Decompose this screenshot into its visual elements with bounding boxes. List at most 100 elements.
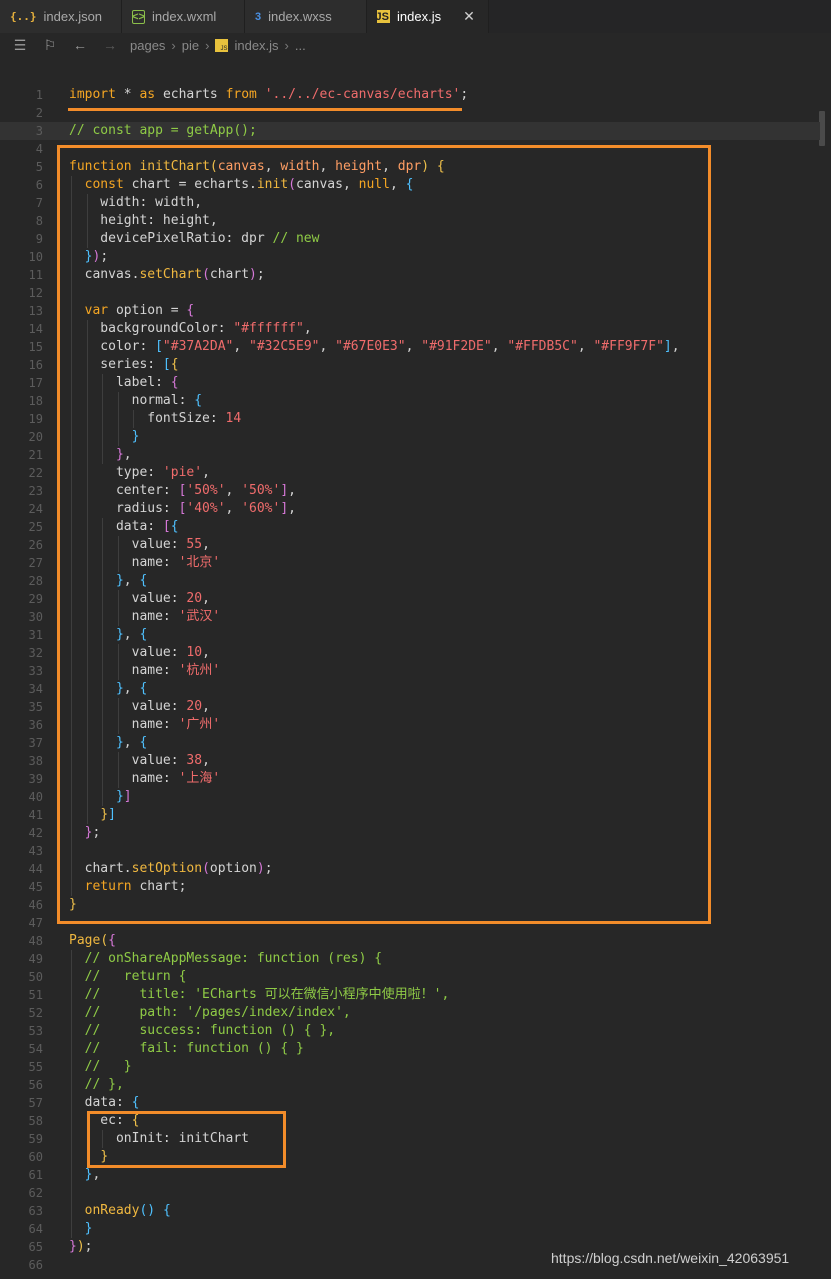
line-number: 24 [28, 502, 43, 516]
code-line[interactable]: 3 // const app = getApp(); [0, 122, 820, 140]
code-text: // } [69, 1058, 132, 1076]
line-number: 7 [35, 196, 43, 210]
code-token: import [69, 87, 124, 102]
tab-index-js[interactable]: JS index.js ✕ [367, 0, 489, 33]
code-text: // title: 'ECharts 可以在微信小程序中使用啦！', [69, 986, 450, 1004]
breadcrumb-item-symbols[interactable]: ... [295, 38, 306, 53]
list-icon[interactable]: ☰ [10, 37, 30, 54]
code-line[interactable]: 62 [0, 1184, 820, 1202]
line-number: 39 [28, 772, 43, 786]
back-arrow-icon[interactable]: ← [70, 37, 90, 53]
line-number: 6 [35, 178, 43, 192]
code-line[interactable]: 63 onReady() { [0, 1202, 820, 1220]
code-line[interactable]: 51 // title: 'ECharts 可以在微信小程序中使用啦！', [0, 986, 820, 1004]
code-line[interactable]: 53 // success: function () { }, [0, 1022, 820, 1040]
bookmark-icon[interactable]: ⚐ [40, 37, 60, 54]
line-number: 11 [28, 268, 43, 282]
line-number: 19 [28, 412, 43, 426]
code-text: // path: '/pages/index/index', [69, 1004, 351, 1022]
editor-tab-bar: {..} index.json <> index.wxml 3 index.wxss JS i… [0, 0, 831, 33]
line-number: 33 [28, 664, 43, 678]
tab-index-wxml[interactable]: <> index.wxml [122, 0, 245, 33]
line-number: 15 [28, 340, 43, 354]
line-number: 8 [35, 214, 43, 228]
line-number: 30 [28, 610, 43, 624]
import-underline-annotation [68, 108, 462, 111]
code-token: // onShareAppMessage: function (res) { [69, 951, 383, 966]
code-line[interactable]: 56 // }, [0, 1076, 820, 1094]
code-line[interactable]: 50 // return { [0, 968, 820, 986]
code-line[interactable]: 48 Page({ [0, 932, 820, 950]
code-token: '../../ec-canvas/echarts' [264, 87, 461, 102]
code-token: // path: '/pages/index/index', [69, 1005, 351, 1020]
line-number: 21 [28, 448, 43, 462]
line-number: 1 [35, 88, 43, 102]
line-number: 40 [28, 790, 43, 804]
json-file-icon: {..} [10, 10, 37, 23]
code-text: import * as echarts from '../../ec-canva… [69, 86, 468, 104]
line-number: 2 [35, 106, 43, 120]
line-number: 42 [28, 826, 43, 840]
forward-arrow-icon[interactable]: → [100, 37, 120, 53]
code-token: * [123, 87, 140, 102]
breadcrumb-item-file[interactable]: index.js [234, 38, 278, 53]
line-number: 43 [28, 844, 43, 858]
code-line[interactable]: 64 } [0, 1220, 820, 1238]
js-file-icon: JS [375, 10, 390, 23]
code-token: // } [69, 1059, 132, 1074]
line-number: 46 [28, 898, 43, 912]
code-line[interactable]: 1 import * as echarts from '../../ec-canv… [0, 86, 820, 104]
line-number: 51 [28, 988, 43, 1002]
line-number: 48 [28, 934, 43, 948]
tab-index-json[interactable]: {..} index.json [0, 0, 122, 33]
line-number: 61 [28, 1168, 43, 1182]
code-token: // success: function () { }, [69, 1023, 336, 1038]
tab-label: index.js [397, 9, 442, 24]
code-line[interactable]: 61 }, [0, 1166, 820, 1184]
code-token: // }, [69, 1077, 124, 1092]
code-line[interactable]: 2 [0, 104, 820, 122]
js-file-icon: JS [215, 38, 229, 52]
code-token: from [225, 87, 265, 102]
line-number: 65 [28, 1240, 43, 1254]
code-token: ; [84, 1239, 93, 1254]
breadcrumb-item-pie[interactable]: pie [182, 38, 199, 53]
line-number: 60 [28, 1150, 43, 1164]
code-token: data: [69, 1095, 132, 1110]
line-number: 9 [35, 232, 43, 246]
code-token: } [84, 1221, 93, 1236]
code-text: // const app = getApp(); [69, 122, 257, 140]
code-text: onReady() { [69, 1202, 171, 1220]
code-token: , [92, 1167, 101, 1182]
watermark: https://blog.csdn.net/weixin_42063951 [551, 1250, 790, 1266]
tab-index-wxss[interactable]: 3 index.wxss [245, 0, 367, 33]
line-number: 14 [28, 322, 43, 336]
code-line[interactable]: 52 // path: '/pages/index/index', [0, 1004, 820, 1022]
line-number: 58 [28, 1114, 43, 1128]
code-line[interactable]: 55 // } [0, 1058, 820, 1076]
ec-data-highlight-box [87, 1111, 286, 1168]
code-token: // title: 'ECharts 可以在微信小程序中使用啦！', [69, 987, 450, 1002]
line-number: 4 [35, 142, 43, 156]
line-number: 17 [28, 376, 43, 390]
code-line[interactable]: 54 // fail: function () { } [0, 1040, 820, 1058]
code-token: { [131, 1095, 140, 1110]
line-number: 35 [28, 700, 43, 714]
line-number: 23 [28, 484, 43, 498]
line-number: 49 [28, 952, 43, 966]
line-number: 62 [28, 1186, 43, 1200]
code-text: // success: function () { }, [69, 1022, 335, 1040]
line-number: 31 [28, 628, 43, 642]
close-icon[interactable]: ✕ [463, 8, 475, 25]
code-token: // fail: function () { } [69, 1041, 304, 1056]
code-text: // onShareAppMessage: function (res) { [69, 950, 382, 968]
line-number: 41 [28, 808, 43, 822]
code-line[interactable]: 57 data: { [0, 1094, 820, 1112]
code-text: // }, [69, 1076, 124, 1094]
code-token: { [108, 933, 116, 948]
breadcrumb-item-pages[interactable]: pages [130, 38, 165, 53]
code-line[interactable]: 49 // onShareAppMessage: function (res) … [0, 950, 820, 968]
line-number: 36 [28, 718, 43, 732]
breadcrumb-separator-icon: › [171, 37, 176, 53]
line-number: 55 [28, 1060, 43, 1074]
